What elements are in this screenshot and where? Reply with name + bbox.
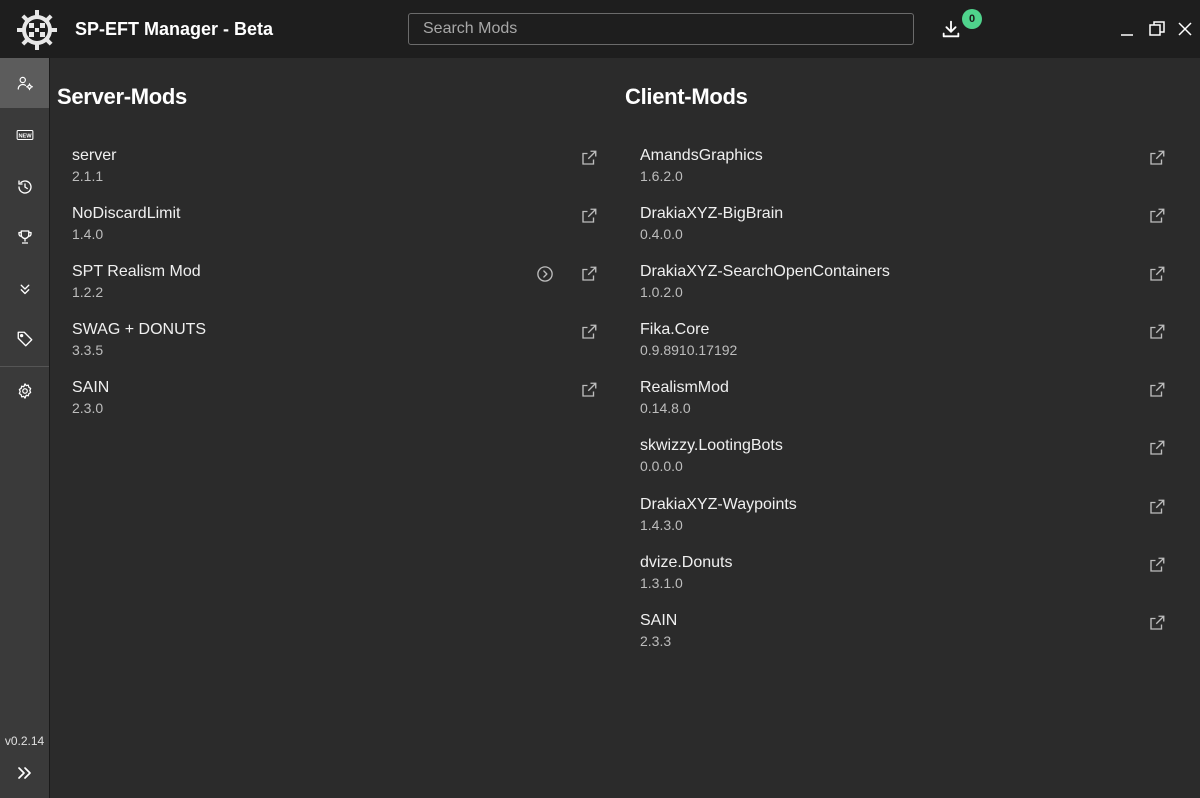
open-external-icon[interactable] [1148,149,1166,167]
sidebar: NEW v0.2.14 [0,58,50,798]
sidebar-item-history[interactable] [0,162,49,212]
open-external-icon[interactable] [1148,614,1166,632]
open-external-icon[interactable] [1148,207,1166,225]
mod-version: 0.14.8.0 [640,400,691,416]
expand-sidebar-icon[interactable] [14,762,36,784]
server-mod-item: SAIN 2.3.0 [72,379,600,429]
mod-name: AmandsGraphics [640,147,763,164]
sidebar-item-new[interactable]: NEW [0,110,49,160]
client-mod-item: Fika.Core 0.9.8910.17192 [640,321,1168,371]
open-external-icon[interactable] [1148,439,1166,457]
mod-version: 2.1.1 [72,168,104,184]
mod-name: SAIN [72,379,110,396]
mod-name: SWAG + DONUTS [72,321,207,338]
mod-version: 1.2.2 [72,284,104,300]
trophy-icon [17,230,32,244]
app-title: SP-EFT Manager - Beta [75,19,274,39]
chevron-right-circle-icon[interactable] [536,265,554,283]
new-icon: NEW [16,129,33,141]
open-external-icon[interactable] [1148,265,1166,283]
mod-version: 0.0.0.0 [640,458,683,474]
user-settings-icon [17,76,33,91]
mod-name: Fika.Core [640,321,710,338]
client-mod-item: RealismMod 0.14.8.0 [640,379,1168,429]
gear-icon [18,383,31,399]
server-mods-title: Server-Mods [57,84,187,109]
open-external-icon[interactable] [1148,323,1166,341]
open-external-icon[interactable] [1148,556,1166,574]
svg-text:NEW: NEW [18,134,32,140]
mod-version: 0.9.8910.17192 [640,342,738,358]
mod-name: dvize.Donuts [640,554,733,571]
minimize-icon[interactable] [1116,18,1138,40]
mod-name: server [72,147,117,164]
mod-version: 1.4.3.0 [640,517,683,533]
client-mod-item: DrakiaXYZ-BigBrain 0.4.0.0 [640,205,1168,255]
download-icon[interactable] [940,18,962,40]
chevrons-down-icon [20,284,29,295]
mod-version: 1.4.0 [72,226,104,242]
open-external-icon[interactable] [580,323,598,341]
mod-version: 3.3.5 [72,342,104,358]
mod-version: 1.3.1.0 [640,575,683,591]
open-external-icon[interactable] [580,149,598,167]
client-mod-item: DrakiaXYZ-SearchOpenContainers 1.0.2.0 [640,263,1168,313]
sidebar-item-tags[interactable] [0,314,49,364]
client-mod-item: DrakiaXYZ-Waypoints 1.4.3.0 [640,496,1168,546]
open-external-icon[interactable] [580,207,598,225]
download-count-badge: 0 [962,9,982,29]
mod-name: DrakiaXYZ-SearchOpenContainers [640,263,890,280]
app-version: v0.2.14 [4,734,45,748]
mod-name: SPT Realism Mod [72,263,201,280]
sidebar-item-updates[interactable] [0,264,49,314]
mod-version: 1.6.2.0 [640,168,683,184]
mod-version: 0.4.0.0 [640,226,683,242]
open-external-icon[interactable] [580,381,598,399]
app-logo-icon [17,10,57,50]
sidebar-item-trophy[interactable] [0,212,49,262]
mod-name: DrakiaXYZ-Waypoints [640,496,797,513]
mod-name: skwizzy.LootingBots [640,437,783,454]
server-mod-item: server 2.1.1 [72,147,600,197]
mod-version: 1.0.2.0 [640,284,683,300]
client-mod-item: AmandsGraphics 1.6.2.0 [640,147,1168,197]
client-mod-item: dvize.Donuts 1.3.1.0 [640,554,1168,604]
client-mod-item: skwizzy.LootingBots 0.0.0.0 [640,437,1168,487]
mod-name: RealismMod [640,379,729,396]
title-bar: SP-EFT Manager - Beta 0 [0,0,1200,58]
server-mod-item: SWAG + DONUTS 3.3.5 [72,321,600,371]
open-external-icon[interactable] [1148,498,1166,516]
sidebar-item-settings[interactable] [0,366,49,416]
client-mods-title: Client-Mods [625,84,748,109]
sidebar-item-mods[interactable] [0,58,49,108]
server-mod-item: NoDiscardLimit 1.4.0 [72,205,600,255]
server-mod-item: SPT Realism Mod 1.2.2 [72,263,600,313]
search-input[interactable] [408,13,914,45]
history-icon [17,180,32,194]
close-icon[interactable] [1174,18,1196,40]
mod-version: 2.3.3 [640,633,672,649]
mod-name: SAIN [640,612,678,629]
mod-name: DrakiaXYZ-BigBrain [640,205,784,222]
tag-icon [17,331,32,347]
restore-icon[interactable] [1146,18,1168,40]
client-mod-item: SAIN 2.3.3 [640,612,1168,662]
mod-name: NoDiscardLimit [72,205,181,222]
open-external-icon[interactable] [580,265,598,283]
open-external-icon[interactable] [1148,381,1166,399]
mod-version: 2.3.0 [72,400,104,416]
